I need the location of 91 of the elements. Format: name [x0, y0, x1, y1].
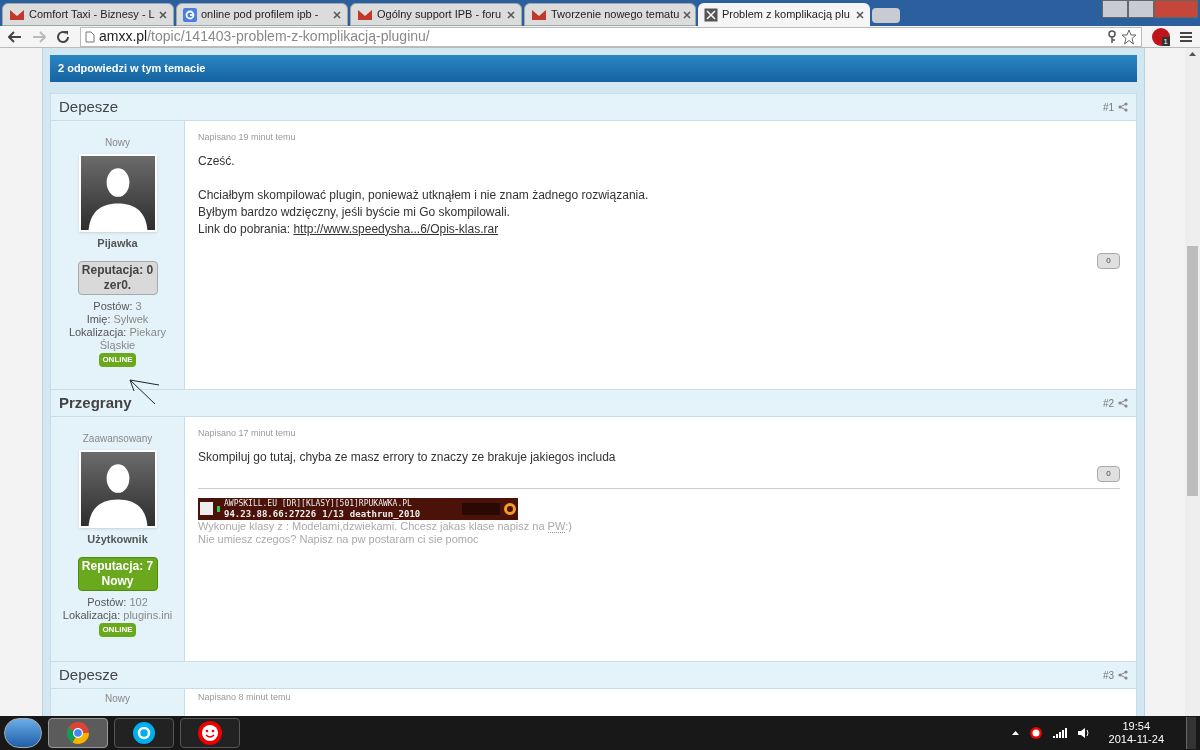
member-rank: Nowy [105, 136, 130, 150]
close-tab-icon[interactable] [683, 10, 692, 19]
smiley-sun-icon [197, 720, 223, 746]
page-favicon-icon [704, 7, 718, 22]
post-text: Skompiluj go tutaj, chyba ze masz errory to znaczy ze brakuje jakiegos includa [198, 448, 617, 466]
profile-field: Postów: 3 [93, 299, 142, 313]
start-button[interactable] [4, 718, 42, 748]
post-date: Napisano 8 minut temu [198, 691, 292, 704]
url-text: amxx.pl/topic/141403-problem-z-komplikacją-pluginu/ [99, 27, 430, 46]
search-favicon-icon [183, 7, 197, 22]
maximize-icon[interactable] [1128, 0, 1154, 18]
replies-count-heading: 2 odpowiedzi w tym temacie [58, 61, 206, 77]
skype-icon [132, 721, 156, 745]
logo-icon [504, 502, 516, 515]
envelope-favicon-icon [531, 7, 547, 22]
tab-title: Ogólny support IPB - foru [377, 7, 503, 23]
username-link[interactable]: Użytkownik [87, 531, 148, 548]
taskbar-app-button[interactable] [180, 718, 240, 748]
post-author[interactable]: Depesze [59, 95, 119, 119]
status-light-icon [217, 505, 220, 512]
profile-field: Imię: Sylwek [86, 312, 149, 326]
member-rank: Zaawansowany [82, 432, 153, 446]
banner-text: deathrun_2010 [349, 508, 421, 519]
post-date: Napisano 19 minut temu [198, 131, 297, 144]
address-field[interactable]: amxx.pl/topic/141403-problem-z-komplikacją-pluginu/ [80, 26, 1142, 47]
browser-tab[interactable]: online pod profilem ipb - [176, 3, 348, 26]
taskbar-app-button[interactable] [114, 718, 174, 748]
banner-text: 1/13 [322, 508, 344, 519]
post-number-link[interactable]: #2 [1102, 395, 1114, 411]
envelope-favicon-icon [357, 7, 373, 22]
post-author[interactable]: Depesze [59, 663, 119, 687]
username-link[interactable]: Pijawka [97, 235, 138, 252]
page-icon [85, 30, 95, 43]
signal-bars-icon[interactable] [1052, 727, 1067, 739]
chrome-icon [66, 721, 90, 745]
reputation-badge: Reputacja: 7 Nowy [77, 556, 158, 591]
avatar-silhouette-icon [78, 154, 157, 232]
tab-title: online pod profilem ipb - [201, 7, 320, 23]
star-icon[interactable] [1121, 28, 1137, 45]
avatar-silhouette-icon [78, 450, 157, 528]
tab-title: Problem z komplikacją plu [722, 7, 851, 23]
browser-tab[interactable]: Tworzenie nowego tematu [524, 3, 696, 26]
share-icon[interactable] [1118, 398, 1128, 408]
post-date: Napisano 17 minut temu [198, 427, 297, 440]
browser-tab[interactable]: Comfort Taxi - Biznesy - L [2, 3, 174, 26]
reload-icon[interactable] [56, 29, 70, 44]
menu-icon[interactable] [1180, 30, 1192, 43]
close-tab-icon[interactable] [856, 10, 864, 19]
clock[interactable]: 19:54 2014-11-24 [1108, 720, 1164, 746]
scrollbar-thumb[interactable] [1187, 246, 1198, 496]
speaker-icon[interactable] [1076, 727, 1091, 739]
tab-title: Tworzenie nowego tematu [551, 7, 680, 23]
envelope-favicon-icon [9, 7, 25, 22]
signature-text: Nie umiesz czegos? Napisz na pw postaram ci sie pomoc [198, 532, 480, 546]
post-number-link[interactable]: #1 [1102, 99, 1114, 115]
post-text: Cześć. [198, 152, 236, 170]
post-text: Chciałbym skompilować plugin, ponieważ utknąłem i nie znam żadnego rozwiązania. [198, 186, 650, 204]
like-count-button[interactable]: 0 [1097, 465, 1120, 482]
browser-tab[interactable]: Problem z komplikacją plu [698, 3, 870, 26]
close-tab-icon[interactable] [507, 10, 515, 19]
extension-button[interactable]: 1 [1152, 27, 1170, 46]
member-rank: Nowy [105, 692, 130, 706]
close-tab-icon[interactable] [333, 10, 341, 19]
share-icon[interactable] [1118, 102, 1128, 112]
download-link[interactable]: http://www.speedysha...6/Opis-klas.rar [293, 221, 499, 236]
close-tab-icon[interactable] [159, 10, 167, 19]
post-author[interactable]: Przegrany [59, 391, 132, 415]
profile-field: Postów: 102 [87, 595, 148, 609]
banner-text: AWPSKILL.EU [DR][KLASY][501]RPUKAWKA.PL [224, 498, 413, 509]
profile-field: Lokalizacja: plugins.ini [62, 608, 173, 622]
tab-title: Comfort Taxi - Biznesy - L [29, 7, 155, 23]
key-icon[interactable] [1107, 29, 1117, 44]
online-badge: ONLINE [99, 352, 136, 367]
browser-tab[interactable]: Ogólny support IPB - foru [350, 3, 522, 26]
smiley-sun-tray-icon[interactable] [1028, 726, 1043, 740]
profile-field: Lokalizacja: Piekary Śląskie [55, 325, 180, 352]
new-tab-button[interactable] [872, 8, 900, 23]
extension-badge: 1 [1161, 36, 1170, 46]
minimize-icon[interactable] [1102, 0, 1128, 18]
post-text: Link do pobrania: http://www.speedysha...6/Opis-klas.rar [198, 220, 500, 238]
banner-text: 94.23.88.66:27226 [224, 508, 317, 519]
share-icon[interactable] [1118, 670, 1128, 680]
like-count-button[interactable]: 0 [1097, 253, 1120, 269]
show-hidden-icons[interactable] [1011, 730, 1019, 736]
back-arrow-icon[interactable] [8, 30, 22, 43]
online-badge: ONLINE [99, 622, 136, 637]
post-text: Byłbym bardzo wdzięczny, jeśli byście mi Go skompilowali. [198, 203, 511, 221]
pw-abbreviation: PW [547, 519, 566, 533]
signature-text: Wykonuje klasy z : Modelami,dzwiekami. Chcesz jakas klase napisz na PW:) [198, 519, 573, 533]
post-number-link[interactable]: #3 [1102, 667, 1114, 683]
reputation-badge: Reputacja: 0 zer0. [77, 260, 158, 295]
